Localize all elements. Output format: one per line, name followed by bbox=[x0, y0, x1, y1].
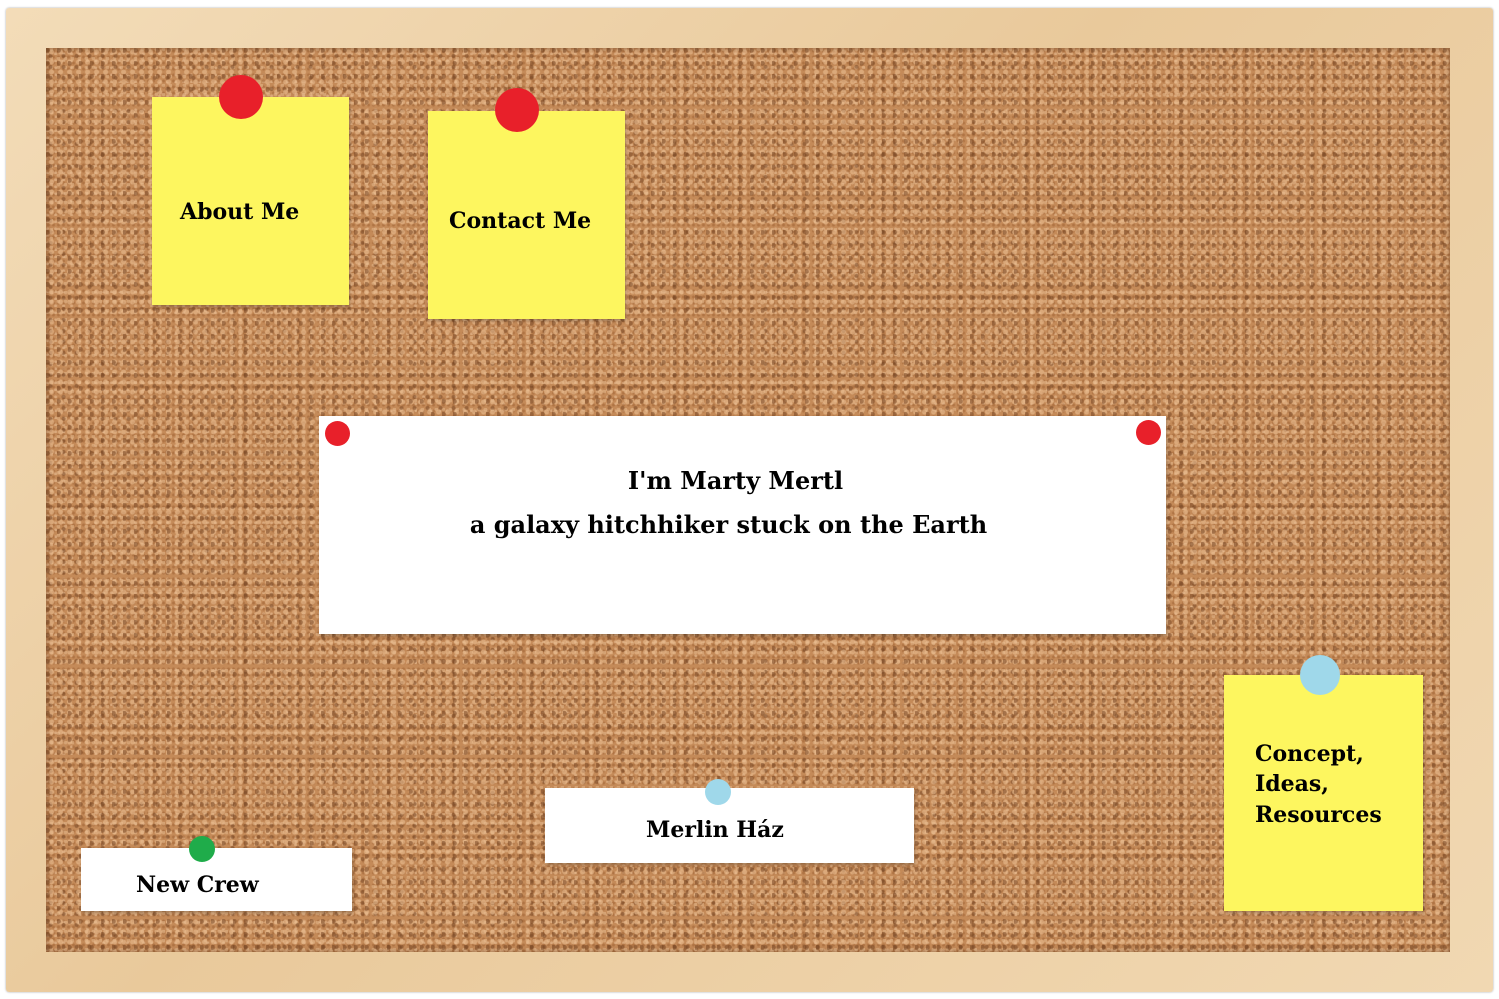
red-pin-icon bbox=[325, 421, 350, 446]
concept-label: Concept, bbox=[1255, 741, 1364, 767]
banner-subtitle: a galaxy hitchhiker stuck on the Earth bbox=[469, 510, 988, 539]
new-crew-note[interactable]: New Crew bbox=[81, 848, 352, 911]
about-me-note[interactable]: About Me bbox=[152, 97, 349, 305]
red-pin-icon bbox=[1136, 420, 1161, 445]
intro-banner: I'm Marty Mertl a galaxy hitchhiker stuc… bbox=[319, 416, 1166, 634]
contact-me-label: Contact Me bbox=[449, 208, 592, 234]
new-crew-label: New Crew bbox=[136, 872, 259, 898]
blue-pin-icon bbox=[1300, 655, 1340, 695]
merlin-haz-note[interactable]: Merlin Ház bbox=[545, 788, 914, 863]
concept-ideas-resources-note[interactable]: Concept, Ideas, Resources bbox=[1224, 675, 1423, 911]
green-pin-icon bbox=[189, 836, 215, 862]
ideas-label: Ideas, bbox=[1255, 771, 1329, 797]
red-pin-icon bbox=[219, 75, 263, 119]
merlin-haz-label: Merlin Ház bbox=[646, 817, 784, 843]
resources-label: Resources bbox=[1255, 802, 1382, 828]
banner-headline: I'm Marty Mertl bbox=[627, 466, 844, 495]
contact-me-note[interactable]: Contact Me bbox=[428, 111, 625, 319]
red-pin-icon bbox=[495, 88, 539, 132]
about-me-label: About Me bbox=[180, 199, 300, 225]
blue-pin-icon bbox=[705, 779, 731, 805]
